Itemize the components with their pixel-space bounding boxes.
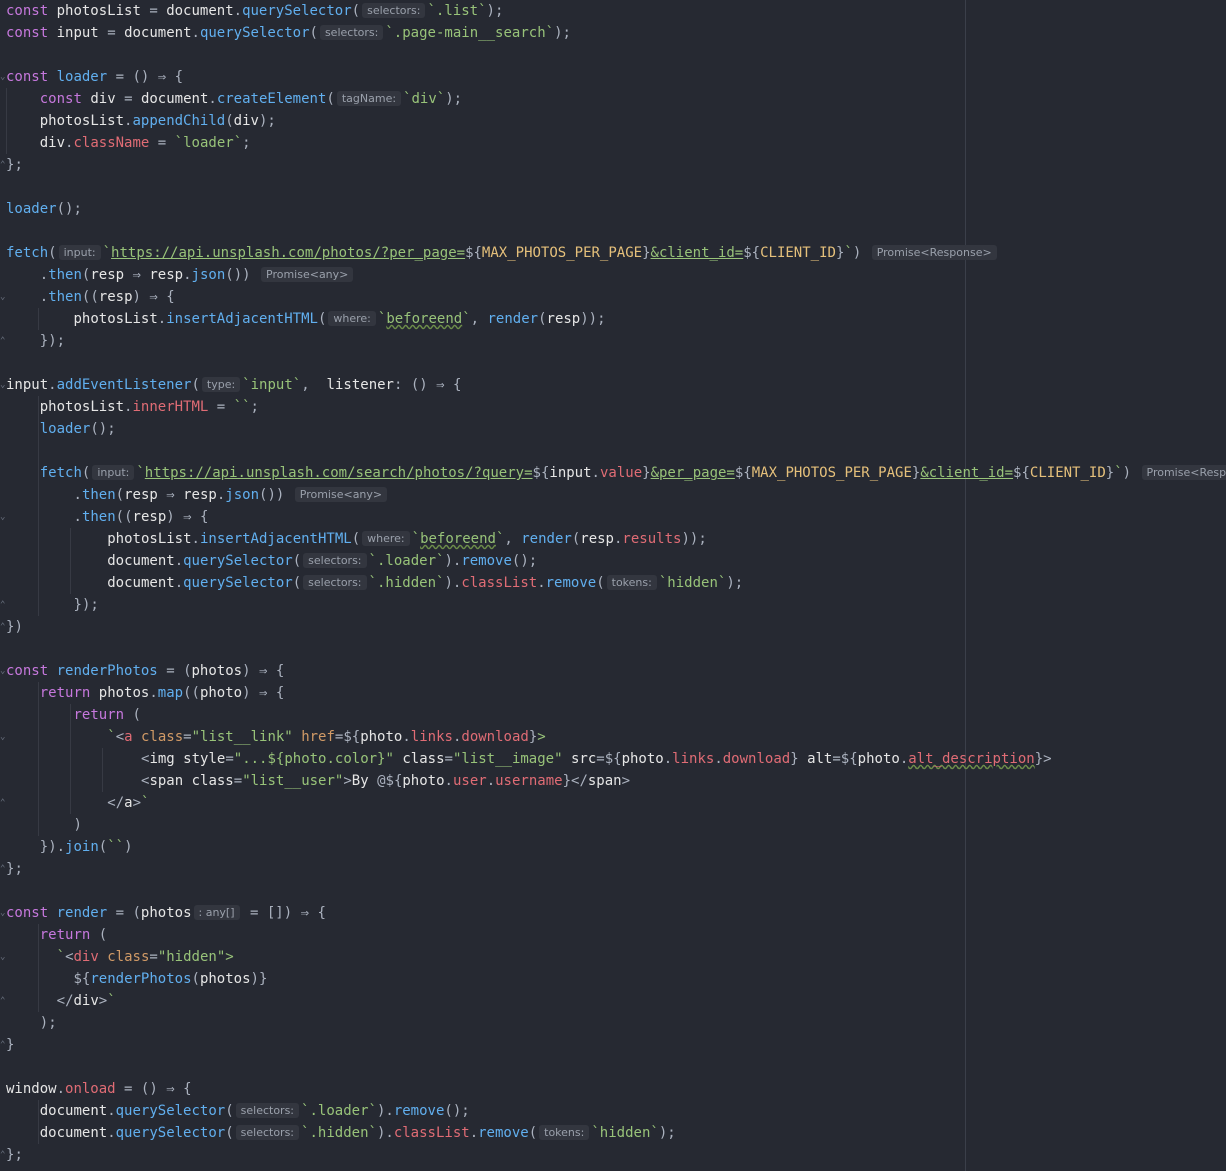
code-line[interactable]: <img style="...${photo.color}" class="li… (6, 748, 1052, 770)
parameter-hint: selectors: (362, 3, 426, 18)
code-line[interactable]: photosList.innerHTML = ``; (6, 396, 259, 418)
code-line[interactable]: loader(); (6, 418, 116, 440)
code-line[interactable]: fetch(input: `https://api.unsplash.com/ph… (6, 242, 999, 264)
code-line[interactable]: }); (6, 594, 99, 616)
parameter-hint: selectors: (303, 553, 367, 568)
parameter-hint: selectors: (303, 575, 367, 590)
code-line[interactable]: }); (6, 330, 65, 352)
code-line[interactable]: photosList.appendChild(div); (6, 110, 276, 132)
code-line[interactable]: const div = document.createElement(tagNa… (6, 88, 462, 110)
code-line[interactable]: }) (6, 616, 23, 638)
parameter-hint: selectors: (235, 1125, 300, 1140)
code-line[interactable]: ) (6, 814, 82, 836)
code-line[interactable]: ); (6, 1012, 57, 1034)
parameter-hint: type: (201, 377, 241, 392)
type-hint: Promise<any> (294, 487, 388, 502)
code-line[interactable]: </a>` (6, 792, 149, 814)
code-line[interactable]: `<div class="hidden"> (6, 946, 234, 968)
code-line[interactable]: }).join(``) (6, 836, 133, 858)
code-line[interactable]: photosList.insertAdjacentHTML(where: `bef… (6, 528, 707, 550)
code-line[interactable]: return ( (6, 704, 141, 726)
parameter-hint: input: (92, 465, 135, 480)
code-line[interactable]: const loader = () ⇒ { (6, 66, 183, 88)
type-hint: Promise<Response> (871, 245, 997, 260)
code-line[interactable]: }; (6, 154, 23, 176)
code-line[interactable]: window.onload = () ⇒ { (6, 1078, 192, 1100)
code-line[interactable]: const renderPhotos = (photos) ⇒ { (6, 660, 284, 682)
parameter-hint: tokens: (606, 575, 657, 590)
code-line[interactable]: input.addEventListener(type: `input`, lis… (6, 374, 461, 396)
parameter-hint: where: (328, 311, 376, 326)
code-line[interactable]: .then((resp) ⇒ { (6, 506, 209, 528)
code-line[interactable]: document.querySelector(selectors: `.loade… (6, 550, 537, 572)
code-line[interactable]: fetch(input: `https://api.unsplash.com/se… (6, 462, 1226, 484)
code-line[interactable]: return ( (6, 924, 107, 946)
code-line[interactable]: .then((resp) ⇒ { (6, 286, 175, 308)
code-line[interactable]: const photosList = document.querySelecto… (6, 0, 503, 22)
parameter-hint: tokens: (539, 1125, 590, 1140)
code-line[interactable]: const input = document.querySelector(sel… (6, 22, 571, 44)
right-margin-guide (965, 0, 966, 1171)
code-line[interactable]: const render = (photos: any[] = []) ⇒ { (6, 902, 326, 924)
code-line[interactable]: .then(resp ⇒ resp.json()) Promise<any> (6, 264, 355, 286)
code-line[interactable]: `<a class="list__link" href=${photo.link… (6, 726, 545, 748)
type-hint: : any[] (193, 905, 240, 920)
code-line[interactable]: document.querySelector(selectors: `.hidde… (6, 1122, 676, 1144)
code-line[interactable]: }; (6, 858, 23, 880)
parameter-hint: where: (362, 531, 410, 546)
code-line[interactable]: }; (6, 1144, 23, 1166)
code-line[interactable]: } (6, 1034, 14, 1056)
parameter-hint: input: (58, 245, 101, 260)
code-line[interactable]: photosList.insertAdjacentHTML(where: `bef… (6, 308, 606, 330)
type-hint: Promise<Response> (1141, 465, 1226, 480)
code-editor[interactable]: ⌄ ⌃ ⌄ ⌃ ⌄ ⌄ ⌃ ⌃ ⌄ ⌄ ⌃ ⌃ ⌄ ⌄ ⌃ ⌃ ⌃ const … (0, 0, 1226, 1171)
code-line[interactable]: document.querySelector(selectors: `.hidde… (6, 572, 743, 594)
parameter-hint: tagName: (336, 91, 402, 106)
parameter-hint: selectors: (319, 25, 384, 40)
code-line[interactable]: loader(); (6, 198, 82, 220)
code-line[interactable]: </div>` (6, 990, 116, 1012)
code-line[interactable]: ${renderPhotos(photos)} (6, 968, 268, 990)
code-line[interactable]: div.className = `loader`; (6, 132, 251, 154)
code-line[interactable]: document.querySelector(selectors: `.loade… (6, 1100, 470, 1122)
code-line[interactable]: <span class="list__user">By @${photo.use… (6, 770, 630, 792)
parameter-hint: selectors: (235, 1103, 300, 1118)
code-line[interactable]: return photos.map((photo) ⇒ { (6, 682, 285, 704)
code-line[interactable]: .then(resp ⇒ resp.json()) Promise<any> (6, 484, 389, 506)
type-hint: Promise<any> (261, 267, 354, 282)
